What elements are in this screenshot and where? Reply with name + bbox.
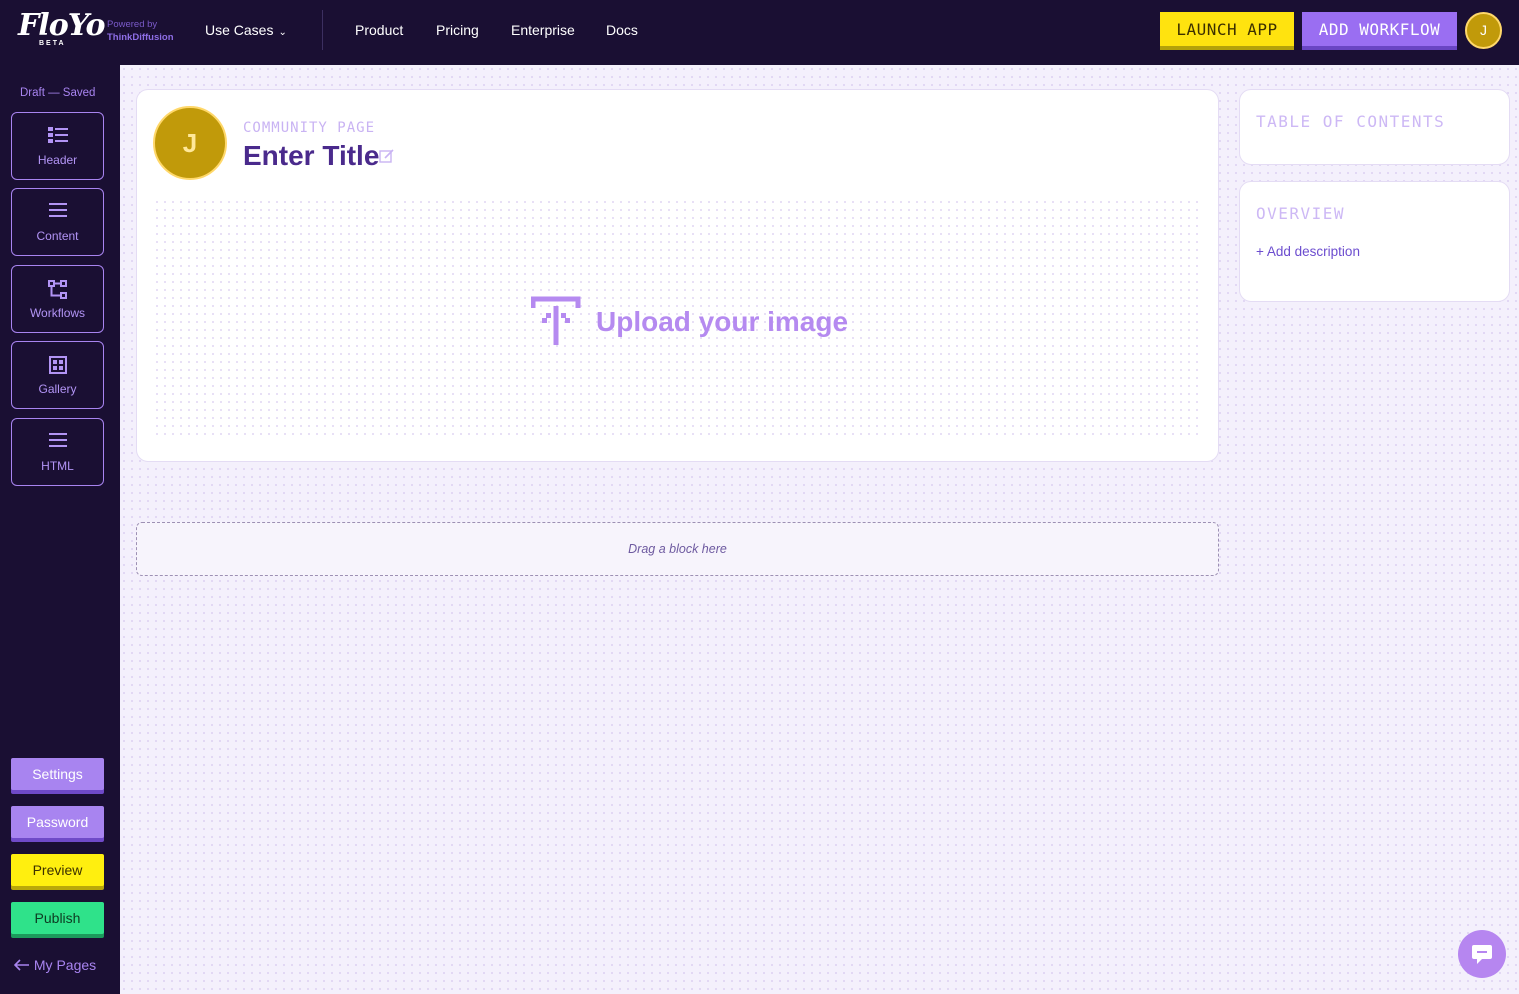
- nav-divider: [322, 10, 323, 50]
- chat-support-button[interactable]: [1458, 930, 1506, 978]
- launch-app-button[interactable]: LAUNCH APP: [1160, 12, 1294, 46]
- settings-button[interactable]: Settings: [11, 758, 104, 790]
- use-cases-menu[interactable]: Use Cases ⌄: [205, 22, 287, 38]
- content-icon: [12, 203, 103, 223]
- my-pages-label: My Pages: [33, 957, 97, 973]
- toc-heading: TABLE OF CONTENTS: [1256, 112, 1446, 131]
- image-upload-area[interactable]: Upload your image: [153, 198, 1203, 441]
- overview-heading: OVERVIEW: [1256, 204, 1346, 223]
- tool-label: Content: [36, 229, 79, 243]
- header-block[interactable]: J COMMUNITY PAGE Enter Title Upload your…: [136, 89, 1219, 462]
- content-block-button[interactable]: Content: [11, 188, 104, 256]
- nav-link-enterprise[interactable]: Enterprise: [511, 22, 575, 38]
- password-button[interactable]: Password: [11, 806, 104, 838]
- top-navigation-bar: FloYo BETA Powered by ThinkDiffusion Use…: [0, 0, 1519, 65]
- draft-status: Draft — Saved: [20, 87, 96, 99]
- powered-by[interactable]: Powered by ThinkDiffusion: [107, 18, 197, 44]
- drop-zone-hint: Drag a block here: [628, 542, 727, 556]
- nav-link-product[interactable]: Product: [355, 22, 403, 38]
- table-of-contents-card: TABLE OF CONTENTS: [1239, 89, 1510, 165]
- upload-icon: [530, 296, 581, 346]
- workflows-icon: [12, 280, 103, 300]
- html-icon: [12, 433, 103, 453]
- beta-badge: BETA: [39, 40, 66, 47]
- add-workflow-button[interactable]: ADD WORKFLOW: [1302, 12, 1457, 46]
- edit-icon[interactable]: [379, 148, 395, 164]
- user-avatar[interactable]: J: [1465, 12, 1502, 49]
- gallery-icon: [12, 356, 103, 376]
- nav-link-docs[interactable]: Docs: [606, 22, 638, 38]
- add-description-link[interactable]: + Add description: [1256, 244, 1360, 259]
- workflows-block-button[interactable]: Workflows: [11, 265, 104, 333]
- page-title[interactable]: Enter Title: [243, 140, 379, 172]
- gallery-block-button[interactable]: Gallery: [11, 341, 104, 409]
- tool-label: Gallery: [38, 382, 77, 396]
- upload-image-label: Upload your image: [596, 306, 849, 337]
- my-pages-link[interactable]: My Pages: [13, 957, 97, 973]
- preview-button[interactable]: Preview: [11, 854, 104, 886]
- header-block-button[interactable]: Header: [11, 112, 104, 180]
- logo-text: FloYo: [18, 8, 106, 43]
- tool-label: HTML: [41, 459, 74, 473]
- page-type-label: COMMUNITY PAGE: [243, 120, 376, 136]
- nav-link-pricing[interactable]: Pricing: [436, 22, 479, 38]
- arrow-left-icon: [13, 957, 34, 973]
- html-block-button[interactable]: HTML: [11, 418, 104, 486]
- tool-label: Header: [37, 153, 78, 167]
- partner-name: ThinkDiffusion: [107, 32, 174, 43]
- publish-button[interactable]: Publish: [11, 902, 104, 934]
- overview-card: OVERVIEW + Add description: [1239, 181, 1510, 302]
- chevron-down-icon: ⌄: [278, 27, 287, 38]
- tool-label: Workflows: [29, 306, 86, 320]
- use-cases-label: Use Cases: [205, 22, 274, 38]
- powered-by-label: Powered by: [107, 19, 158, 30]
- block-drop-zone[interactable]: Drag a block here: [136, 522, 1219, 576]
- floyo-logo[interactable]: FloYo BETA: [18, 8, 106, 50]
- editor-sidebar: Draft — Saved Header Content Workflows G…: [0, 65, 120, 994]
- header-icon: [12, 127, 103, 147]
- page-avatar[interactable]: J: [153, 106, 227, 180]
